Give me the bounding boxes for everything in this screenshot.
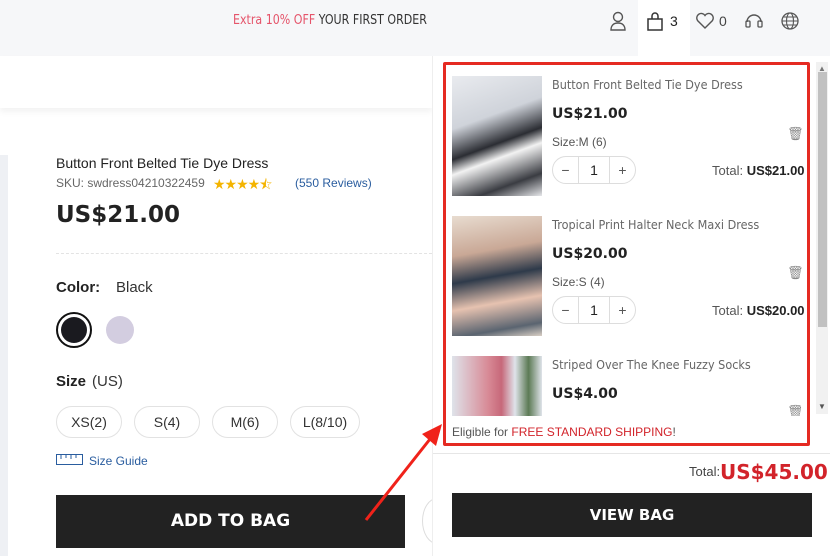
bag-icon[interactable] xyxy=(646,11,664,31)
scrollbar-thumb[interactable] xyxy=(818,72,827,327)
headset-icon[interactable] xyxy=(744,11,764,31)
color-label: Color: xyxy=(56,279,101,296)
gallery-edge xyxy=(0,155,8,556)
rating-stars: ★★★★⯪ xyxy=(213,176,272,192)
view-bag-button[interactable]: VIEW BAG xyxy=(452,493,812,537)
promo-highlight: Extra 10% OFF xyxy=(233,13,316,28)
nav-bar xyxy=(0,56,432,108)
bag-count: 3 xyxy=(670,13,678,29)
promo-text: YOUR FIRST ORDER xyxy=(315,13,427,28)
size-l-button[interactable]: L(8/10) xyxy=(290,406,360,438)
globe-icon[interactable] xyxy=(780,11,800,31)
heart-icon[interactable] xyxy=(695,12,715,30)
annotation-highlight-box xyxy=(443,62,810,446)
annotation-arrow xyxy=(364,424,442,521)
product-price: US$21.00 xyxy=(56,202,180,228)
reviews-link[interactable]: (550 Reviews) xyxy=(295,176,372,190)
promo-banner[interactable]: Extra 10% OFF YOUR FIRST ORDER xyxy=(50,13,611,28)
divider xyxy=(433,453,830,454)
add-to-bag-button[interactable]: ADD TO BAG xyxy=(56,495,405,548)
color-swatch-lavender[interactable] xyxy=(106,316,134,344)
color-value: Black xyxy=(116,279,153,296)
wishlist-count: 0 xyxy=(719,13,727,29)
size-xs-button[interactable]: XS(2) xyxy=(56,406,122,438)
scroll-up-arrow[interactable]: ▲ xyxy=(818,64,826,73)
cart-total: US$45.00 xyxy=(720,460,828,484)
size-guide-link[interactable]: Size Guide xyxy=(89,454,148,468)
size-s-button[interactable]: S(4) xyxy=(134,406,200,438)
size-m-button[interactable]: M(6) xyxy=(212,406,278,438)
scroll-down-arrow[interactable]: ▼ xyxy=(818,402,826,411)
divider xyxy=(56,253,432,254)
product-sku: SKU: swdress04210322459 xyxy=(56,176,205,190)
ruler-icon xyxy=(56,454,83,465)
cart-total-label: Total: xyxy=(689,464,721,479)
account-icon[interactable] xyxy=(609,11,627,31)
size-label: Size xyxy=(56,373,87,390)
product-title: Button Front Belted Tie Dye Dress xyxy=(56,155,269,171)
color-swatch-black[interactable] xyxy=(56,312,92,348)
size-unit: (US) xyxy=(92,373,123,390)
